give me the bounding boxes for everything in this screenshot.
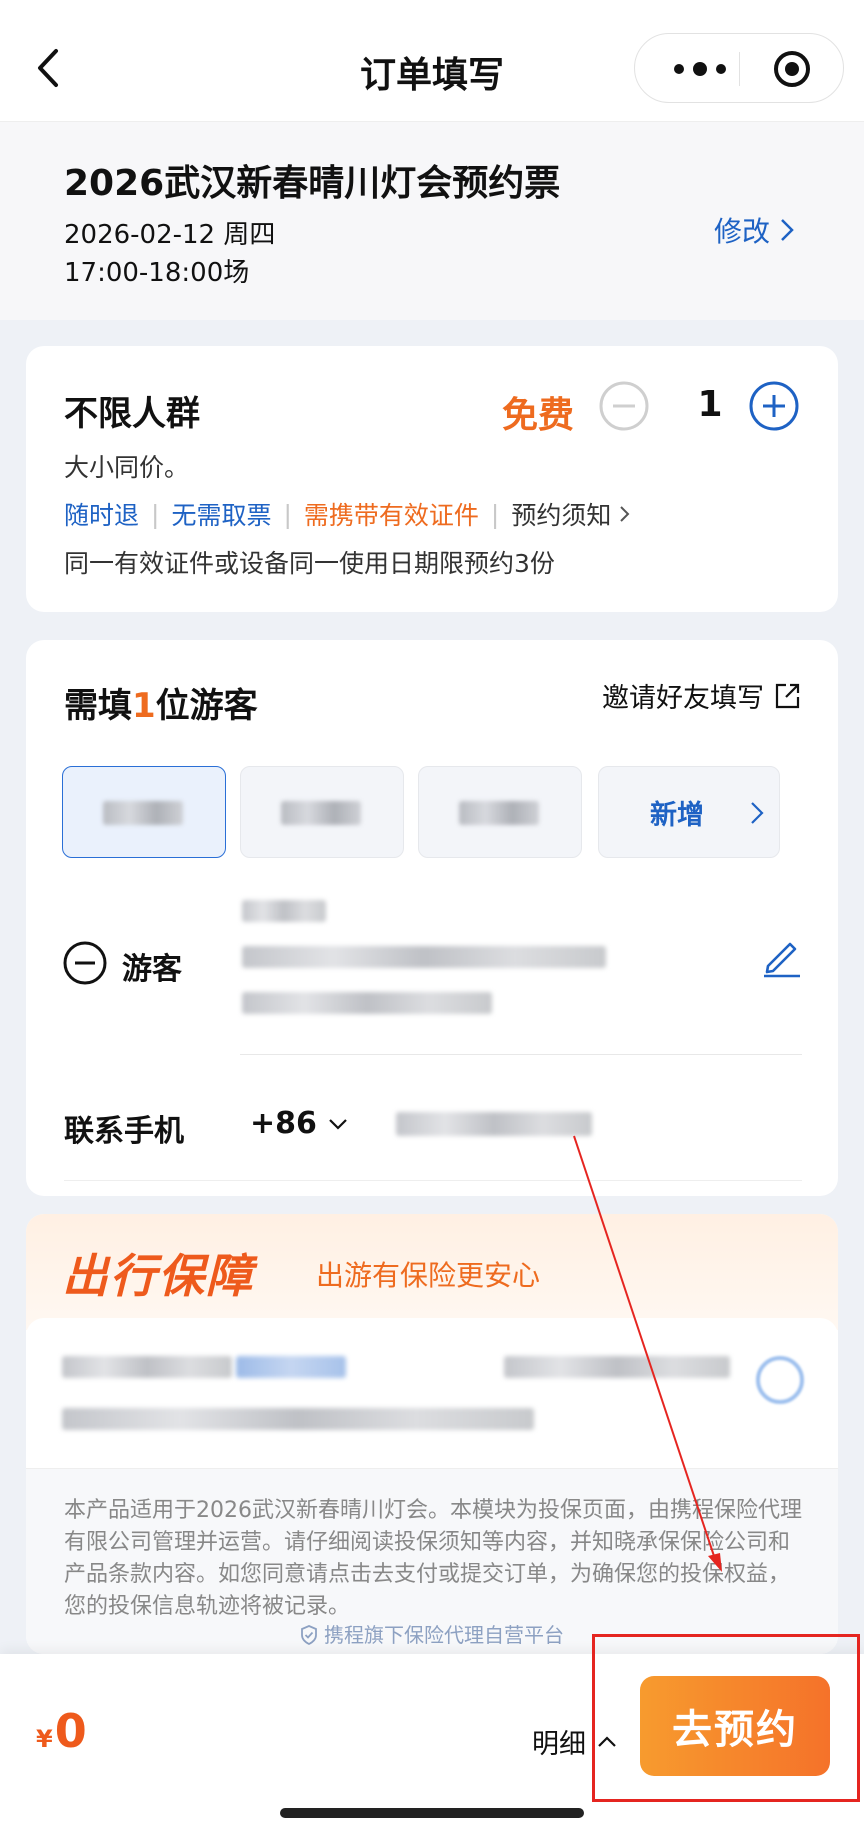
booking-notice-link[interactable]: 预约须知 [511, 496, 611, 532]
tag-separator: | [283, 499, 292, 529]
chevron-down-icon [329, 1118, 347, 1130]
divider [240, 1054, 802, 1055]
insurance-slogan: 出游有保险更安心 [316, 1259, 541, 1292]
increase-quantity-icon[interactable] [748, 380, 800, 432]
traveler-card: 需填1位游客 邀请好友填写 新增 游客 联系手机 +86 [26, 640, 838, 1196]
capsule-divider [739, 52, 740, 86]
insurance-notice-text: 本产品适用于2026武汉新春晴川灯会。本模块为投保页面，由携程保险代理有限公司管… [64, 1498, 802, 1619]
insurance-option[interactable] [26, 1318, 838, 1468]
contact-phone-label: 联系手机 [64, 1114, 184, 1149]
share-icon [775, 683, 800, 708]
tag-refund: 随时退 [64, 501, 140, 530]
modify-label: 修改 [713, 215, 770, 248]
insurance-notice: 本产品适用于2026武汉新春晴川灯会。本模块为投保页面，由携程保险代理有限公司管… [26, 1468, 838, 1654]
annotation-highlight-box [592, 1634, 860, 1802]
modify-button[interactable]: 修改 [714, 210, 794, 250]
insurance-card: 出行保障 出游有保险更安心 本产品适用于2026武汉新春晴川灯会。本模块为投保页… [26, 1214, 838, 1654]
need-suffix: 位游客 [155, 686, 258, 726]
close-miniprogram-icon[interactable] [773, 50, 811, 88]
blurred-plan-link [236, 1356, 346, 1378]
country-code: +86 [250, 1106, 317, 1141]
add-traveler-button[interactable]: 新增 [598, 766, 780, 858]
chevron-right-icon [620, 506, 630, 522]
ticket-description: 大小同价。 [64, 453, 190, 482]
tag-separator: | [151, 499, 160, 529]
guest-label: 游客 [122, 952, 182, 987]
blurred-plan-price [504, 1356, 730, 1378]
ticket-name: 不限人群 [64, 394, 200, 434]
country-code-select[interactable]: +86 [250, 1106, 349, 1141]
traveler-requirement: 需填1位游客 [64, 678, 258, 727]
nav-bar: 订单填写 [0, 0, 864, 122]
traveler-chip[interactable] [240, 766, 404, 858]
blurred-phone [242, 992, 492, 1014]
traveler-chip[interactable] [418, 766, 582, 858]
blurred-name [281, 801, 361, 825]
need-prefix: 需填 [64, 686, 132, 726]
chevron-right-icon [781, 219, 794, 241]
visit-session: 17:00-18:00场 [64, 258, 250, 288]
blurred-plan-name [62, 1356, 232, 1378]
shield-icon [301, 1625, 317, 1646]
total-amount: 0 [54, 1704, 87, 1758]
product-info: 2026武汉新春晴川灯会预约票 2026-02-12 周四 17:00-18:0… [0, 122, 864, 320]
tag-no-pickup: 无需取票 [171, 501, 272, 530]
tag-id-required: 需携带有效证件 [303, 501, 479, 530]
more-icon[interactable] [665, 56, 735, 82]
divider [64, 1180, 802, 1181]
ticket-card: 不限人群 免费 1 大小同价。 随时退 | 无需取票 | 需携带有效证件 | 预… [26, 346, 838, 612]
insurance-header: 出行保障 出游有保险更安心 [26, 1214, 838, 1330]
traveler-chip[interactable] [62, 766, 226, 858]
invite-label: 邀请好友填写 [602, 683, 764, 714]
booking-limit: 同一有效证件或设备同一使用日期限预约3份 [64, 549, 555, 578]
ticket-price: 免费 [502, 395, 575, 436]
insurance-radio[interactable] [756, 1356, 804, 1404]
total-price: ¥ 0 [36, 1704, 87, 1758]
edit-icon[interactable] [760, 936, 802, 978]
visit-date: 2026-02-12 周四 [64, 220, 276, 250]
blurred-name [459, 801, 539, 825]
ticket-quantity: 1 [697, 384, 723, 425]
need-count: 1 [132, 686, 156, 726]
phone-input[interactable] [396, 1112, 592, 1136]
insurance-brand: 出行保障 [62, 1249, 254, 1303]
blurred-name [103, 801, 183, 825]
blurred-guest-name [242, 900, 326, 922]
home-indicator [280, 1808, 584, 1818]
detail-label: 明细 [532, 1729, 586, 1760]
decrease-quantity-icon[interactable] [598, 380, 650, 432]
currency-symbol: ¥ [36, 1725, 53, 1753]
add-traveler-label: 新增 [650, 799, 704, 831]
remove-traveler-icon[interactable] [62, 940, 108, 986]
platform-label: 携程旗下保险代理自营平台 [324, 1623, 564, 1647]
mini-program-capsule [634, 33, 844, 103]
invite-friend-button[interactable]: 邀请好友填写 [602, 676, 802, 715]
blurred-plan-desc [62, 1408, 534, 1430]
tag-separator: | [490, 499, 500, 529]
product-name: 2026武汉新春晴川灯会预约票 [64, 163, 561, 204]
chevron-right-icon [751, 802, 764, 824]
blurred-id-number [242, 946, 606, 968]
ticket-tags: 随时退 | 无需取票 | 需携带有效证件 | 预约须知 [64, 496, 631, 532]
